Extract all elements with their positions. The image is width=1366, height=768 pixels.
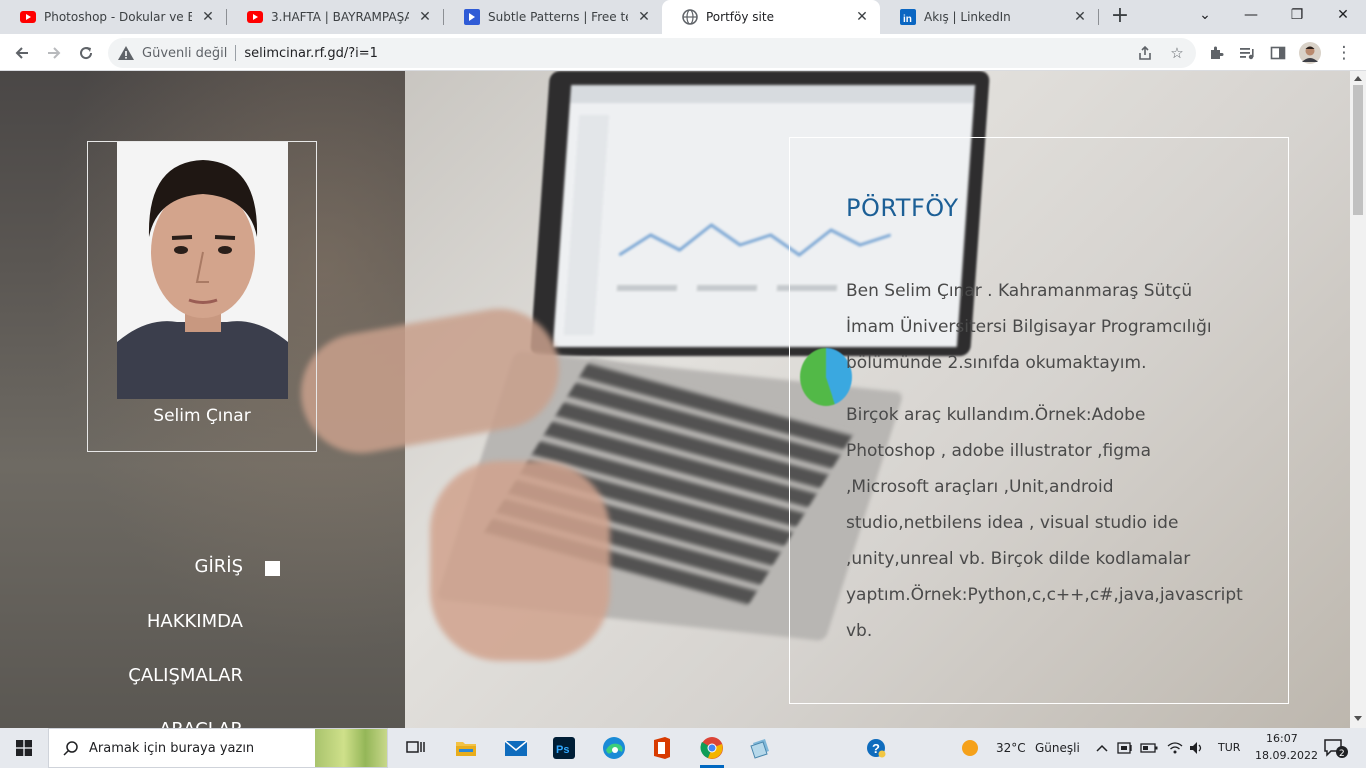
tab-title: 3.HAFTA | BAYRAMPAŞA SPOR [271, 10, 409, 24]
subtle-patterns-icon [464, 9, 480, 25]
new-tab-button[interactable]: + [1108, 5, 1132, 29]
close-icon[interactable]: ✕ [417, 9, 433, 25]
close-icon[interactable]: ✕ [1072, 9, 1088, 25]
nav-giris[interactable]: GİRİŞ [0, 556, 244, 577]
tab-linkedin[interactable]: in Akış | LinkedIn ✕ [880, 0, 1098, 34]
scroll-down-icon[interactable] [1354, 716, 1362, 721]
media-control-icon[interactable] [1233, 39, 1261, 67]
tab-title: Subtle Patterns | Free textures [488, 10, 628, 24]
maximize-button[interactable]: ❐ [1274, 0, 1320, 30]
search-icon [63, 741, 78, 756]
hand-image [430, 461, 610, 661]
close-window-button[interactable]: ✕ [1320, 0, 1366, 30]
page-viewport: Selim Çınar GİRİŞ HAKKIMDA ÇALIŞMALAR AR… [0, 71, 1366, 728]
side-panel-icon[interactable] [1264, 39, 1292, 67]
chrome-icon[interactable] [692, 732, 732, 768]
portfolio-panel: PÖRTFÖY Ben Selim Çınar . Kahramanmaraş … [789, 137, 1289, 704]
clock-time[interactable]: 16:07 [1266, 732, 1298, 745]
file-explorer-icon[interactable] [446, 732, 486, 764]
close-icon[interactable]: ✕ [636, 9, 652, 25]
browser-toolbar: Güvenli değil selimcinar.rf.gd/?i=1 ☆ ⋮ [0, 34, 1366, 71]
tab-title: Akış | LinkedIn [924, 10, 1011, 24]
linkedin-icon: in [900, 9, 916, 25]
globe-icon [682, 9, 698, 25]
chevron-up-icon[interactable] [1092, 732, 1112, 764]
security-label[interactable]: Güvenli değil [142, 46, 227, 61]
scroll-thumb[interactable] [1353, 85, 1363, 215]
close-icon[interactable]: ✕ [854, 9, 870, 25]
divider [235, 45, 237, 61]
address-bar[interactable]: Güvenli değil selimcinar.rf.gd/?i=1 ☆ [108, 38, 1196, 68]
notepad-icon[interactable] [740, 732, 780, 764]
weather-temp[interactable]: 32°C [996, 741, 1026, 755]
profile-card: Selim Çınar [87, 141, 317, 452]
sun-icon[interactable] [958, 732, 982, 764]
tab-photoshop[interactable]: Photoshop - Dokular ve Blender ✕ [0, 0, 226, 34]
notification-count: 2 [1339, 749, 1345, 759]
extensions-icon[interactable] [1202, 39, 1230, 67]
tools-paragraph: Birçok araç kullandım.Örnek:Adobe Photos… [846, 405, 1243, 641]
youtube-icon [247, 9, 263, 25]
profile-avatar[interactable] [1296, 39, 1324, 67]
nav-araclar[interactable]: ARAÇLAR [0, 719, 243, 728]
svg-text:in: in [903, 14, 912, 25]
url-text[interactable]: selimcinar.rf.gd/?i=1 [244, 46, 378, 61]
bookmark-star-icon[interactable]: ☆ [1164, 40, 1190, 66]
share-icon[interactable] [1132, 40, 1158, 66]
battery-icon[interactable] [1138, 732, 1160, 764]
start-button[interactable] [0, 728, 48, 768]
tab-search-icon[interactable]: ⌄ [1182, 0, 1228, 30]
scroll-up-icon[interactable] [1354, 76, 1362, 81]
close-icon[interactable]: ✕ [200, 9, 216, 25]
windows-taskbar: Aramak için buraya yazın Ps ? 32°C Güneş… [0, 728, 1366, 768]
volume-icon[interactable] [1186, 732, 1208, 764]
page-title: PÖRTFÖY [846, 194, 959, 222]
profile-photo [117, 142, 288, 399]
language-indicator[interactable]: TUR [1218, 741, 1240, 754]
mail-icon[interactable] [496, 732, 536, 764]
reload-button[interactable] [72, 39, 100, 67]
forward-button[interactable] [40, 39, 68, 67]
svg-text:Ps: Ps [556, 744, 569, 756]
wifi-icon[interactable] [1164, 732, 1186, 764]
tab-title: Portföy site [706, 10, 774, 24]
tab-bayrampasa[interactable]: 3.HAFTA | BAYRAMPAŞA SPOR ✕ [227, 0, 443, 34]
nav-hakkimda[interactable]: HAKKIMDA [0, 611, 243, 632]
minimize-button[interactable]: — [1228, 0, 1274, 30]
device-icon[interactable] [1114, 732, 1136, 764]
youtube-icon [20, 9, 36, 25]
help-icon[interactable]: ? [856, 732, 896, 764]
profile-name: Selim Çınar [153, 406, 251, 426]
taskbar-search[interactable]: Aramak için buraya yazın [48, 728, 388, 768]
clock-date[interactable]: 18.09.2022 [1255, 749, 1318, 762]
edge-icon[interactable] [594, 732, 634, 764]
nav-calismalar[interactable]: ÇALIŞMALAR [0, 665, 243, 686]
photoshop-icon[interactable]: Ps [544, 732, 584, 764]
tab-separator [1098, 9, 1099, 25]
page-scrollbar[interactable] [1350, 71, 1366, 728]
warning-icon[interactable] [118, 45, 134, 61]
tab-subtle-patterns[interactable]: Subtle Patterns | Free textures ✕ [444, 0, 662, 34]
task-view-icon[interactable] [396, 732, 436, 764]
tab-title: Photoshop - Dokular ve Blender [44, 10, 192, 24]
windows-icon [16, 740, 32, 756]
tab-strip: Photoshop - Dokular ve Blender ✕ 3.HAFTA… [0, 0, 1366, 34]
notification-icon[interactable]: 2 [1318, 732, 1354, 764]
tab-portfoy-site[interactable]: Portföy site ✕ [662, 0, 880, 34]
search-highlight-image [315, 729, 387, 767]
active-indicator [265, 561, 280, 576]
intro-paragraph: Ben Selim Çınar . Kahramanmaraş Sütçü İm… [846, 281, 1212, 373]
search-placeholder: Aramak için buraya yazın [89, 740, 255, 756]
back-button[interactable] [8, 39, 36, 67]
office-icon[interactable] [642, 732, 682, 764]
weather-condition[interactable]: Güneşli [1035, 741, 1080, 755]
menu-icon[interactable]: ⋮ [1330, 39, 1358, 67]
